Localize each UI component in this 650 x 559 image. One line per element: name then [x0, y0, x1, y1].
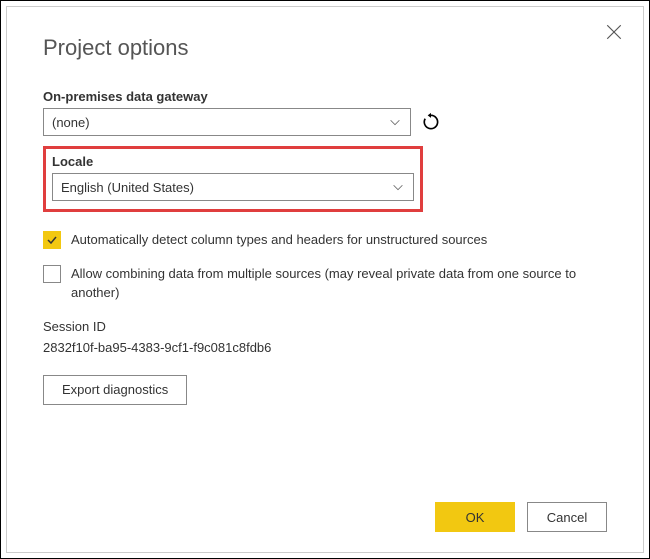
- gateway-label: On-premises data gateway: [43, 89, 607, 104]
- locale-highlight: Locale English (United States): [43, 146, 423, 212]
- locale-dropdown[interactable]: English (United States): [52, 173, 414, 201]
- ok-label: OK: [466, 510, 485, 525]
- gateway-refresh-button[interactable]: [421, 112, 441, 132]
- dialog-footer: OK Cancel: [435, 502, 607, 532]
- allow-combine-row: Allow combining data from multiple sourc…: [43, 264, 607, 303]
- allow-combine-checkbox[interactable]: [43, 265, 61, 283]
- close-icon: [605, 23, 623, 41]
- chevron-down-icon: [391, 180, 405, 194]
- gateway-dropdown[interactable]: (none): [43, 108, 411, 136]
- window-frame: Project options On-premises data gateway…: [0, 0, 650, 559]
- auto-detect-checkbox[interactable]: [43, 231, 61, 249]
- ok-button[interactable]: OK: [435, 502, 515, 532]
- session-id-value: 2832f10f-ba95-4383-9cf1-f9c081c8fdb6: [43, 340, 607, 355]
- check-icon: [46, 234, 58, 246]
- gateway-value: (none): [52, 115, 90, 130]
- locale-row: English (United States): [52, 173, 414, 201]
- auto-detect-row: Automatically detect column types and he…: [43, 230, 607, 250]
- auto-detect-label: Automatically detect column types and he…: [71, 230, 487, 250]
- cancel-button[interactable]: Cancel: [527, 502, 607, 532]
- locale-label: Locale: [52, 154, 414, 169]
- close-button[interactable]: [605, 23, 623, 41]
- chevron-down-icon: [388, 115, 402, 129]
- allow-combine-label: Allow combining data from multiple sourc…: [71, 264, 607, 303]
- refresh-icon: [421, 112, 441, 132]
- export-diagnostics-label: Export diagnostics: [62, 382, 168, 397]
- cancel-label: Cancel: [547, 510, 587, 525]
- gateway-row: (none): [43, 108, 607, 136]
- dialog-title: Project options: [43, 35, 607, 61]
- locale-value: English (United States): [61, 180, 194, 195]
- session-id-label: Session ID: [43, 319, 607, 334]
- project-options-dialog: Project options On-premises data gateway…: [6, 6, 644, 553]
- export-diagnostics-button[interactable]: Export diagnostics: [43, 375, 187, 405]
